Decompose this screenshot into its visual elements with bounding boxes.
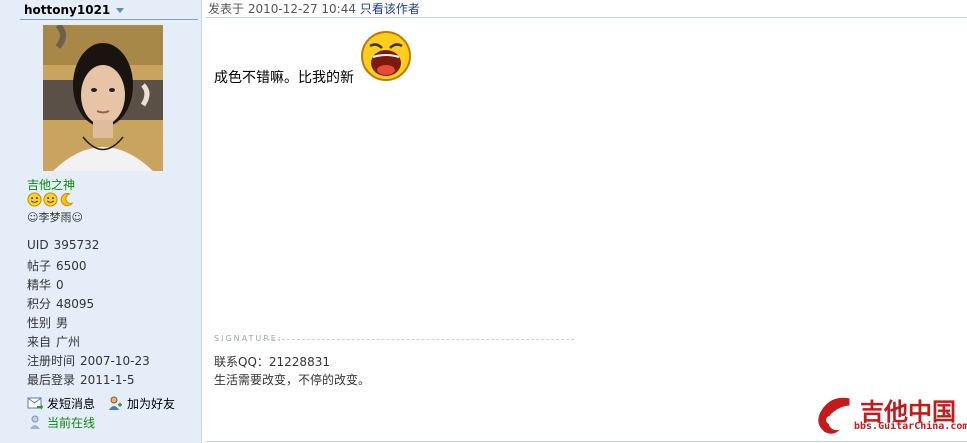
stat-label: 来自 [27, 335, 52, 349]
online-status-label: 当前在线 [47, 415, 96, 430]
only-author-link[interactable]: 只看该作者 [360, 2, 420, 16]
user-add-icon [109, 396, 122, 410]
author-sidebar: hottony1021 吉他之神 ☺李梦雨☺ UID 395732 帖子 650… [0, 0, 202, 443]
stat-value: 0 [56, 278, 64, 292]
stat-uid: UID 395732 [27, 238, 99, 254]
stat-digest: 精华 0 [27, 276, 64, 292]
stat-gender: 性别男 [27, 314, 68, 330]
stat-value: 6500 [56, 259, 87, 273]
stat-points: 积分 48095 [27, 295, 94, 311]
moon-icon [60, 193, 74, 207]
signature-divider [262, 339, 574, 340]
send-message-label[interactable]: 发短消息 [47, 395, 95, 412]
chevron-down-icon[interactable] [116, 8, 124, 13]
stat-value: 男 [56, 316, 69, 330]
stat-label: 帖子 [27, 259, 52, 273]
stat-label: 最后登录 [27, 373, 76, 387]
stat-last-login: 最后登录 2011-1-5 [27, 371, 134, 387]
posted-label: 发表于 [208, 2, 245, 16]
laughing-face-icon [361, 31, 411, 81]
author-username[interactable]: hottony1021 [24, 3, 110, 17]
stat-location: 来自 广州 [27, 333, 80, 349]
watermark-url: bbs.GuitarChina.com [854, 421, 967, 432]
stat-value: 395732 [53, 238, 100, 252]
stat-value: 48095 [56, 297, 95, 311]
send-message-link[interactable]: 发短消息 [27, 395, 95, 411]
signature-line: 生活需要改变，不停的改变。 [214, 373, 371, 387]
signature-line: 联系QQ：21228831 [214, 355, 330, 369]
stat-label: 精华 [27, 278, 52, 292]
smiley-icon [27, 192, 42, 207]
site-watermark: 吉他中国 bbs.GuitarChina.com [810, 392, 967, 438]
add-friend-link[interactable]: 加为好友 [107, 395, 175, 411]
stat-posts: 帖子 6500 [27, 257, 87, 273]
username-bar[interactable]: hottony1021 [20, 0, 198, 20]
rank-title: 吉他之神 [27, 178, 76, 192]
custom-title: ☺李梦雨☺ [27, 211, 83, 224]
divider [206, 17, 967, 18]
posted-time: 2010-12-27 10:44 [247, 2, 356, 16]
stat-label: 性别 [27, 316, 52, 330]
divider [206, 441, 967, 442]
online-status: 当前在线 [27, 414, 95, 430]
rank-icons [27, 192, 74, 208]
post-body: 成色不错嘛。比我的新 [214, 70, 354, 86]
stat-value: 2011-1-5 [80, 373, 135, 387]
stat-value: 广州 [56, 335, 81, 349]
stat-label: UID [27, 238, 49, 252]
guitar-logo-icon [817, 396, 851, 435]
smiley-icon [43, 192, 58, 207]
add-friend-label[interactable]: 加为好友 [127, 395, 175, 412]
avatar[interactable] [43, 25, 163, 171]
stat-label: 注册时间 [27, 354, 76, 368]
stat-value: 2007-10-23 [80, 354, 150, 368]
user-online-icon [30, 415, 40, 429]
post-meta: 发表于 2010-12-27 10:44 只看该作者 [208, 0, 420, 18]
stat-registered: 注册时间 2007-10-23 [27, 352, 150, 368]
envelope-icon [27, 397, 43, 410]
stat-label: 积分 [27, 297, 52, 311]
